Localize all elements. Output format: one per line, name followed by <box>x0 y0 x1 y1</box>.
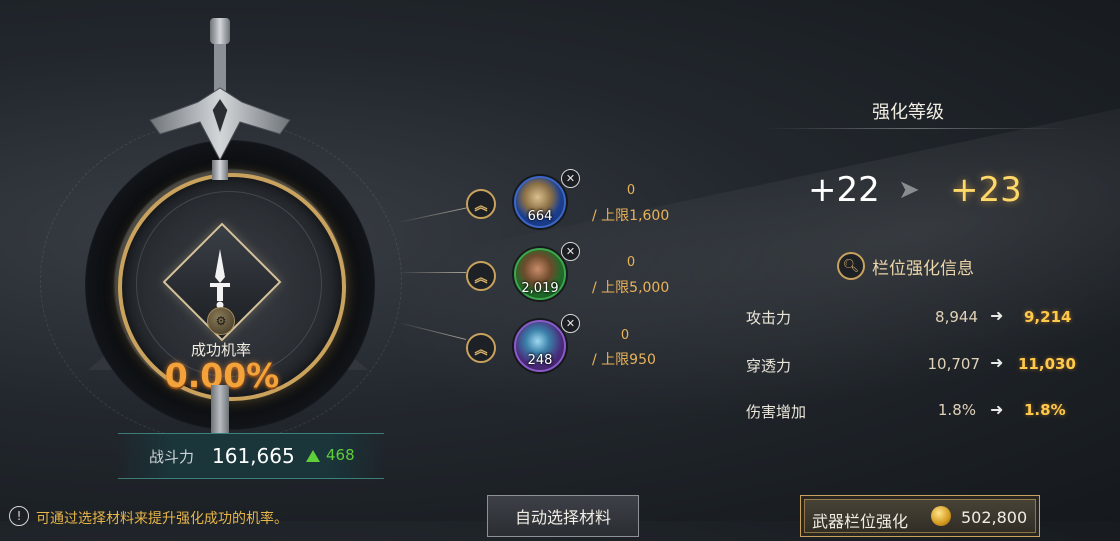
weapon-slot-enhance-button[interactable]: 武器栏位强化 502,800 <box>800 495 1040 537</box>
gold-coin-icon <box>931 506 951 526</box>
stat-new-damage-increase: 1.8% <box>1024 401 1066 419</box>
combat-power-label: 战斗力 <box>149 448 195 466</box>
material-slot-1[interactable]: 664 <box>514 176 566 228</box>
stat-name-penetration: 穿透力 <box>746 357 792 375</box>
chevron-right-icon: ➤ <box>898 175 920 205</box>
material-limit-1: / 上限1,600 <box>592 208 670 224</box>
title-divider <box>766 128 1066 129</box>
arrow-right-icon: ➜ <box>990 400 1004 419</box>
remove-material-button-1[interactable]: ✕ <box>561 169 580 188</box>
arrow-right-icon: ➜ <box>990 306 1004 325</box>
magnifier-icon[interactable]: 🔍︎ <box>837 252 865 280</box>
material-current-3: 0 <box>620 328 630 343</box>
stat-name-attack: 攻击力 <box>746 309 792 327</box>
material-limit-3: / 上限950 <box>592 352 656 368</box>
enhance-level-current: +22 <box>808 170 880 210</box>
combat-power-value: 161,665 <box>212 444 295 468</box>
stat-new-attack: 9,214 <box>1024 308 1072 326</box>
auto-select-materials-button[interactable]: 自动选择材料 <box>487 495 639 537</box>
arrow-up-icon <box>306 450 320 462</box>
warning-icon: ! <box>9 506 29 526</box>
stat-old-attack: 8,944 <box>935 308 978 326</box>
stat-name-damage-increase: 伤害增加 <box>746 403 807 421</box>
slot-info-link[interactable]: 栏位强化信息 <box>872 254 974 279</box>
remove-material-button-2[interactable]: ✕ <box>561 242 580 261</box>
enhance-button-label: 武器栏位强化 <box>812 512 909 531</box>
material-connector-line <box>398 272 466 273</box>
stat-new-penetration: 11,030 <box>1018 355 1076 373</box>
material-slot-3[interactable]: 248 <box>514 320 566 372</box>
arrow-right-icon: ➜ <box>990 353 1004 372</box>
material-count: 2,019 <box>521 281 559 296</box>
stat-old-damage-increase: 1.8% <box>937 401 976 419</box>
stat-old-penetration: 10,707 <box>927 355 981 373</box>
material-count: 664 <box>527 209 553 224</box>
material-count: 248 <box>527 353 553 368</box>
sword-hilt-icon <box>149 18 291 180</box>
max-material-button-3[interactable]: ︽ <box>466 333 496 363</box>
max-material-button-1[interactable]: ︽ <box>466 189 496 219</box>
dagger-icon <box>210 249 230 309</box>
material-current-2: 0 <box>626 255 636 270</box>
enhance-cost: 502,800 <box>961 508 1028 527</box>
material-slot-2[interactable]: 2,019 <box>514 248 566 300</box>
sword-blade <box>211 385 229 433</box>
tip-text: 可通过选择材料来提升强化成功的机率。 <box>36 511 288 527</box>
material-connector-line <box>397 207 467 223</box>
combat-power-delta: 468 <box>326 446 355 464</box>
enhance-level-next: +23 <box>950 170 1022 210</box>
material-current-1: 0 <box>626 183 636 198</box>
emblem-medallion-icon: ⚙ <box>207 307 235 335</box>
material-limit-2: / 上限5,000 <box>592 280 670 296</box>
max-material-button-2[interactable]: ︽ <box>466 261 496 291</box>
remove-material-button-3[interactable]: ✕ <box>561 314 580 333</box>
enhance-level-title: 强化等级 <box>872 102 944 123</box>
